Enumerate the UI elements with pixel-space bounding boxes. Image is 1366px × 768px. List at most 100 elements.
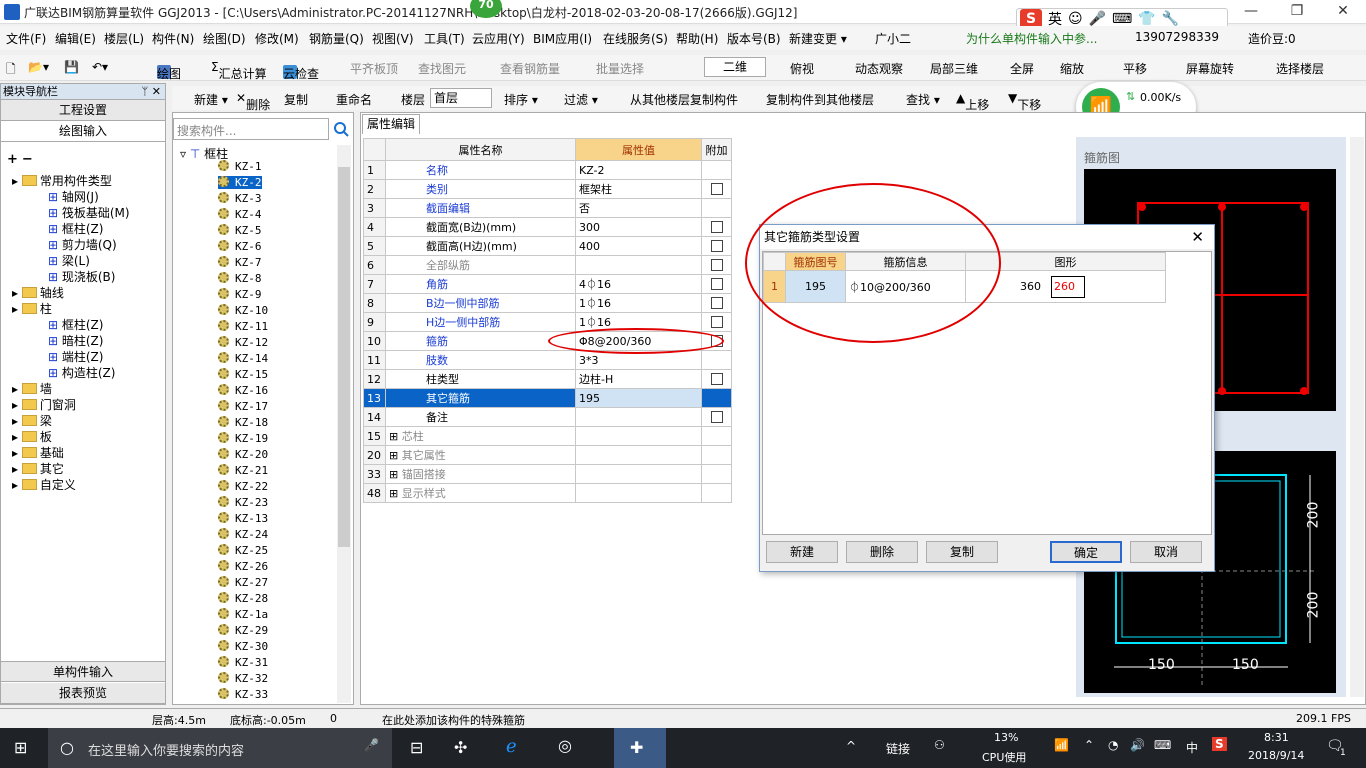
expand-arrow-icon[interactable]: ▸: [12, 174, 22, 188]
shirt-icon[interactable]: 👕: [1138, 11, 1155, 27]
menu-component[interactable]: 构件(N): [152, 30, 194, 47]
expand-collapse-icon[interactable]: + −: [7, 152, 33, 167]
kz-list-item[interactable]: KZ-6: [218, 240, 262, 253]
taskbar-search[interactable]: ○ 在这里输入你要搜索的内容 🎤: [48, 728, 392, 768]
summary-calc-button[interactable]: Σ 汇总计算: [211, 60, 267, 81]
property-value[interactable]: [575, 483, 702, 503]
tray-wifi-icon[interactable]: 📶: [1054, 738, 1069, 752]
copy-from-floor-button[interactable]: 从其他楼层复制构件: [630, 91, 738, 108]
extra-checkbox[interactable]: [710, 182, 723, 195]
property-value[interactable]: [575, 255, 702, 275]
fan-app-icon[interactable]: ✣: [454, 738, 467, 757]
property-row[interactable]: 7 角筋 4⏀16: [363, 274, 732, 294]
expand-arrow-icon[interactable]: ▸: [12, 478, 22, 492]
nav-tree-item[interactable]: ▸ 门窗洞: [12, 397, 76, 413]
expand-arrow-icon[interactable]: ▸: [12, 462, 22, 476]
expand-arrow-icon[interactable]: ▸: [12, 446, 22, 460]
extra-checkbox[interactable]: [710, 315, 723, 328]
expand-arrow-icon[interactable]: ▸: [12, 414, 22, 428]
menu-rebar[interactable]: 钢筋量(Q): [309, 30, 364, 47]
property-value[interactable]: 4⏀16: [575, 274, 702, 294]
menu-tools[interactable]: 工具(T): [424, 30, 465, 47]
property-value[interactable]: [575, 445, 702, 465]
wrench-icon[interactable]: 🔧: [1162, 11, 1179, 27]
property-row[interactable]: 4 截面宽(B边)(mm) 300: [363, 217, 732, 237]
property-value[interactable]: 400: [575, 236, 702, 256]
extra-checkbox[interactable]: [710, 239, 723, 252]
draw-input-button[interactable]: 绘图输入: [1, 121, 165, 142]
preview-scrollbar[interactable]: [1350, 137, 1364, 697]
expand-plus-icon[interactable]: ⊞: [389, 449, 402, 462]
menu-version[interactable]: 版本号(B): [727, 30, 781, 47]
tray-time[interactable]: 8:31: [1264, 731, 1289, 744]
kz-list-item[interactable]: KZ-14: [218, 352, 268, 365]
property-value[interactable]: 边柱-H: [575, 369, 702, 389]
mic-taskbar-icon[interactable]: 🎤: [364, 738, 379, 752]
undo-icon[interactable]: ↶▾: [92, 60, 108, 74]
kz-list-item[interactable]: KZ-23: [218, 496, 268, 509]
open-file-icon[interactable]: 📂▾: [28, 60, 49, 74]
kz-list-item[interactable]: KZ-11: [218, 320, 268, 333]
expand-arrow-icon[interactable]: ▸: [12, 302, 22, 316]
zoom-button[interactable]: 缩放: [1060, 60, 1084, 77]
sort-button[interactable]: 排序 ▾: [504, 91, 538, 108]
mic-icon[interactable]: 🎤: [1089, 11, 1106, 27]
delete-component-button[interactable]: ✕ 删除: [236, 91, 270, 112]
extra-checkbox[interactable]: [710, 220, 723, 233]
nav-tree-item[interactable]: ⊞ 剪力墙(Q): [48, 237, 117, 253]
property-row[interactable]: 6 全部纵筋: [363, 255, 732, 275]
kz-list-item[interactable]: KZ-3: [218, 192, 262, 205]
menu-cloud[interactable]: 云应用(Y): [472, 30, 525, 47]
select-floor-button[interactable]: 选择楼层: [1276, 60, 1324, 77]
expand-plus-icon[interactable]: ⊞: [389, 468, 402, 481]
expand-plus-icon[interactable]: ⊞: [389, 487, 402, 500]
windows-start-icon[interactable]: ⊞: [14, 738, 27, 757]
rotate-button[interactable]: 屏幕旋转: [1186, 60, 1234, 77]
menu-bim[interactable]: BIM应用(I): [533, 30, 592, 47]
show-hidden-icon[interactable]: ^: [846, 739, 856, 753]
expand-arrow-icon[interactable]: ▸: [12, 286, 22, 300]
tray-network-icon[interactable]: ◔: [1108, 738, 1118, 752]
keyboard-icon[interactable]: ⌨: [1112, 11, 1132, 27]
nav-tree-item[interactable]: ⊞ 构造柱(Z): [48, 365, 115, 381]
scroll-thumb[interactable]: [338, 167, 350, 547]
property-value[interactable]: 否: [575, 198, 702, 218]
kz-list-item[interactable]: KZ-15: [218, 368, 268, 381]
kz-list-item[interactable]: KZ-12: [218, 336, 268, 349]
extra-checkbox[interactable]: [710, 296, 723, 309]
kz-list-item[interactable]: KZ-26: [218, 560, 268, 573]
filter-button[interactable]: 过滤 ▾: [564, 91, 598, 108]
kz-list-item[interactable]: KZ-10: [218, 304, 268, 317]
nav-tree-item[interactable]: ▸ 板: [12, 429, 52, 445]
extra-checkbox[interactable]: [710, 277, 723, 290]
local-3d-button[interactable]: 局部三维: [930, 60, 978, 77]
expand-arrow-icon[interactable]: ▸: [12, 430, 22, 444]
property-row[interactable]: 48 ⊞ 显示样式: [363, 483, 732, 503]
kz-list-item[interactable]: KZ-8: [218, 272, 262, 285]
expand-arrow-icon[interactable]: ▸: [12, 382, 22, 396]
kz-list-item[interactable]: KZ-5: [218, 224, 262, 237]
nav-tree-item[interactable]: ⊞ 现浇板(B): [48, 269, 115, 285]
kz-list-item[interactable]: KZ-9: [218, 288, 262, 301]
property-row[interactable]: 11 肢数 3*3: [363, 350, 732, 370]
search-input[interactable]: 搜索构件...: [173, 118, 329, 140]
property-value[interactable]: [575, 426, 702, 446]
extra-checkbox[interactable]: [710, 258, 723, 271]
property-row[interactable]: 1 名称 KZ-2: [363, 160, 732, 180]
nav-tree-item[interactable]: ▸ 基础: [12, 445, 64, 461]
tray-link[interactable]: 链接: [886, 740, 910, 757]
pan-button[interactable]: 平移: [1123, 60, 1147, 77]
tray-keyboard-icon[interactable]: ⌨: [1154, 738, 1171, 752]
kz-list-item[interactable]: KZ-29: [218, 624, 268, 637]
find-element-button[interactable]: 查找图元: [418, 60, 466, 77]
kz-list-item[interactable]: KZ-4: [218, 208, 262, 221]
copy-to-floor-button[interactable]: 复制构件到其他楼层: [766, 91, 874, 108]
nav-tree-item[interactable]: ▸ 轴线: [12, 285, 64, 301]
notice-link[interactable]: 为什么单构件输入中参...: [966, 30, 1097, 47]
property-row[interactable]: 5 截面高(H边)(mm) 400: [363, 236, 732, 256]
kz-list-item[interactable]: KZ-7: [218, 256, 262, 269]
dialog-new-button[interactable]: 新建: [766, 541, 838, 563]
copy-component-button[interactable]: 复制: [284, 91, 308, 108]
orbit-button[interactable]: 动态观察: [855, 60, 903, 77]
tray-volume-icon[interactable]: 🔊: [1130, 738, 1145, 752]
